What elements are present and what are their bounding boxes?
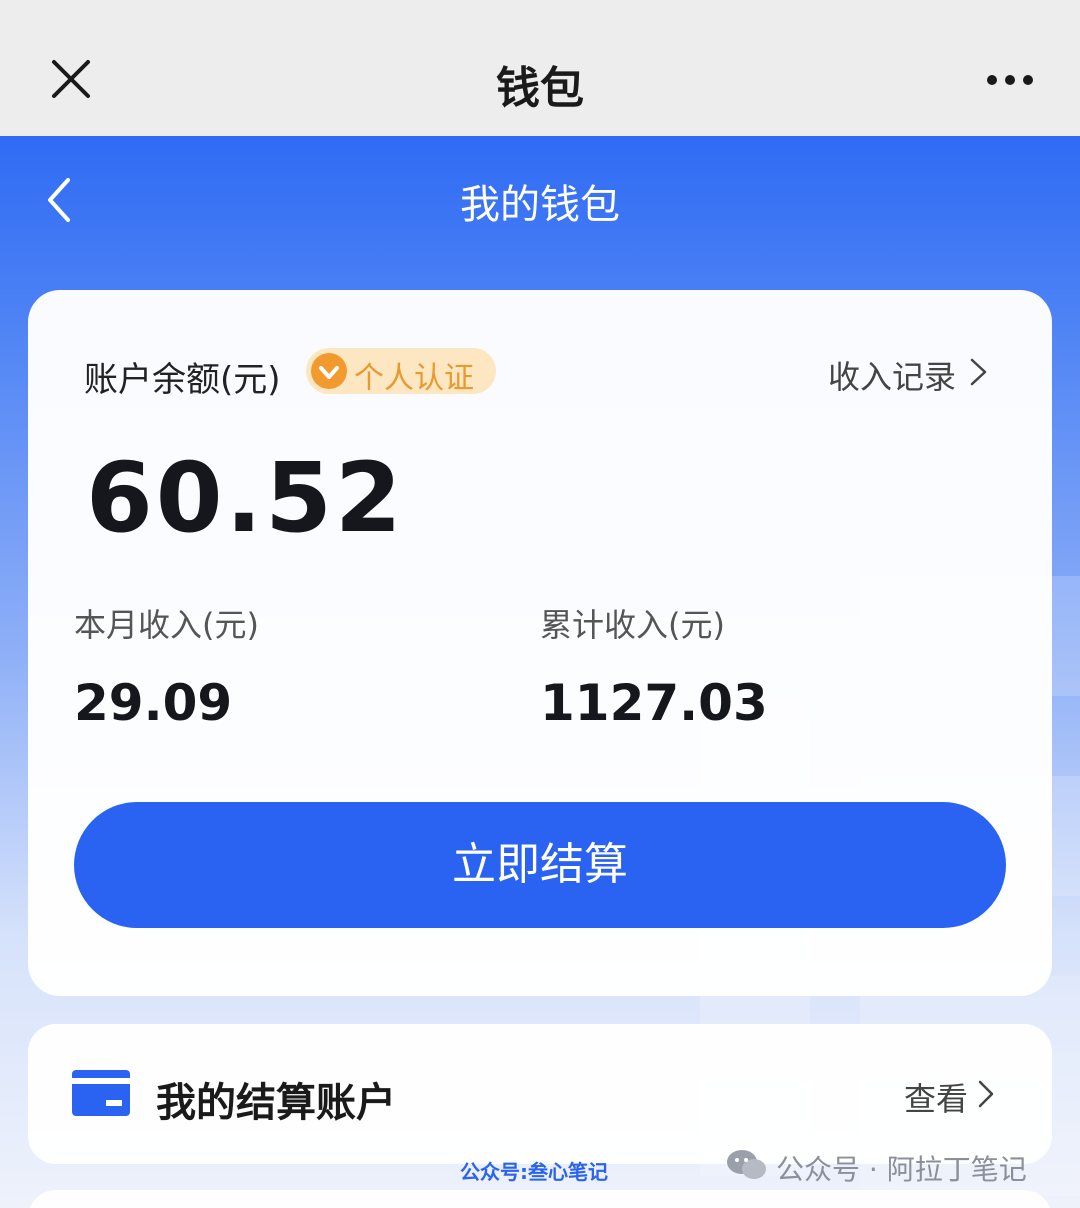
wechat-icon bbox=[727, 1150, 766, 1179]
card-icon bbox=[72, 1070, 130, 1116]
view-link[interactable]: 查看 bbox=[904, 1074, 968, 1120]
month-income-label: 本月收入(元) bbox=[74, 606, 259, 644]
balance-label: 账户余额(元) bbox=[84, 360, 281, 400]
total-income-value: 1127.03 bbox=[540, 674, 768, 732]
balance-card: 账户余额(元) 个人认证 收入记录 60.52 本月收入(元) 29.09 累计… bbox=[28, 290, 1052, 996]
more-icon[interactable] bbox=[980, 60, 1040, 100]
income-records-link[interactable]: 收入记录 bbox=[828, 352, 956, 398]
settle-now-button[interactable]: 立即结算 bbox=[74, 802, 1006, 928]
page-title: 我的钱包 bbox=[460, 182, 620, 228]
chevron-right-icon[interactable] bbox=[976, 1078, 996, 1110]
month-income-value: 29.09 bbox=[74, 674, 233, 732]
income-records-label: 收入记录 bbox=[827, 358, 956, 396]
top-bar: 钱包 bbox=[0, 0, 1080, 136]
verification-badge: 个人认证 bbox=[306, 348, 496, 396]
watermark-right-text: 公众号 · 阿拉丁笔记 bbox=[776, 1153, 1027, 1186]
settlement-account-title: 我的结算账户 bbox=[156, 1080, 396, 1126]
window-title: 钱包 bbox=[496, 63, 584, 114]
chevron-right-icon[interactable] bbox=[968, 356, 990, 388]
badge-label: 个人认证 bbox=[354, 361, 474, 396]
next-card-edge bbox=[28, 1190, 1052, 1208]
balance-amount: 60.52 bbox=[86, 442, 405, 554]
total-income-label: 累计收入(元) bbox=[540, 606, 725, 644]
watermark-left: 公众号:叁心笔记 bbox=[460, 1160, 608, 1184]
settlement-account-row[interactable]: 我的结算账户 查看 bbox=[28, 1024, 1052, 1164]
verified-check-icon bbox=[311, 353, 347, 389]
